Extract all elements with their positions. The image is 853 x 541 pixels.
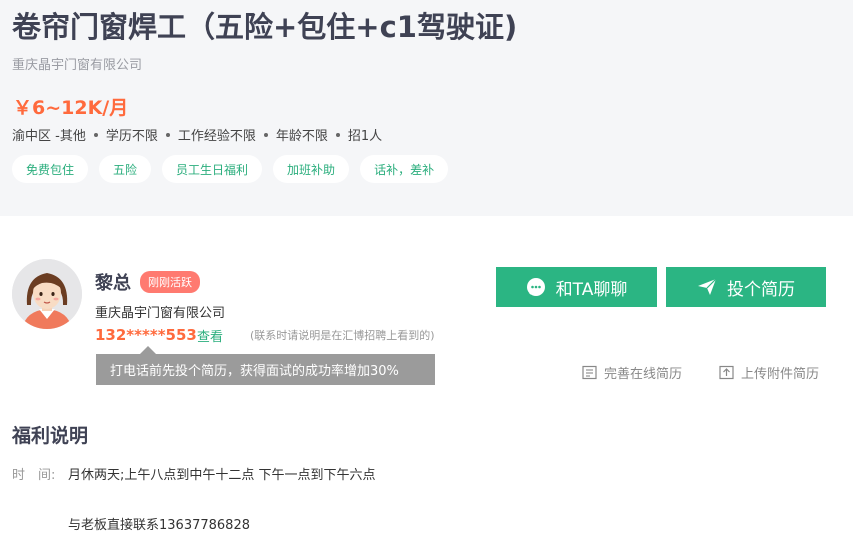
job-header: 卷帘门窗焊工（五险+包住+c1驾驶证) 重庆晶宇门窗有限公司 ￥6~12K/月 … bbox=[0, 0, 853, 216]
benefit-tags: 免费包住 五险 员工生日福利 加班补助 话补，差补 bbox=[12, 155, 449, 183]
boss-contact-line: 与老板直接联系13637786828 bbox=[68, 518, 250, 533]
dot-separator bbox=[263, 132, 268, 137]
dot-separator bbox=[93, 132, 98, 137]
job-requirements: 渝中区 -其他 学历不限 工作经验不限 年龄不限 招1人 bbox=[12, 125, 382, 144]
requirement-location: 渝中区 -其他 bbox=[12, 129, 86, 144]
chat-button-label: 和TA聊聊 bbox=[555, 279, 628, 300]
company-name[interactable]: 重庆晶宇门窗有限公司 bbox=[12, 54, 142, 73]
chat-button[interactable]: 和TA聊聊 bbox=[496, 267, 657, 307]
view-phone-link[interactable]: 查看 bbox=[197, 326, 223, 345]
benefit-tag: 话补，差补 bbox=[360, 155, 449, 183]
upload-resume-link[interactable]: 上传附件简历 bbox=[719, 363, 819, 382]
paper-plane-icon bbox=[698, 278, 717, 295]
requirement-education: 学历不限 bbox=[105, 129, 158, 144]
avatar-illustration bbox=[12, 259, 82, 329]
job-title: 卷帘门窗焊工（五险+包住+c1驾驶证) bbox=[12, 10, 518, 44]
document-icon bbox=[582, 365, 597, 380]
complete-resume-label: 完善在线简历 bbox=[604, 367, 683, 382]
apply-resume-button[interactable]: 投个简历 bbox=[666, 267, 826, 307]
chat-bubble-icon bbox=[526, 278, 545, 296]
requirement-age: 年龄不限 bbox=[275, 129, 328, 144]
contact-note: (联系时请说明是在汇博招聘上看到的) bbox=[250, 329, 435, 342]
apply-resume-label: 投个简历 bbox=[727, 279, 795, 300]
apply-tip-tooltip: 打电话前先投个简历，获得面试的成功率增加30% bbox=[96, 354, 435, 385]
benefit-tag: 员工生日福利 bbox=[162, 155, 263, 183]
upload-icon bbox=[719, 365, 734, 380]
masked-phone: 132*****553 bbox=[95, 326, 197, 344]
recruiter-name: 黎总 bbox=[95, 273, 131, 294]
requirement-headcount: 招1人 bbox=[347, 129, 383, 144]
work-time-value: 月休两天;上午八点到中午十二点 下午一点到下午六点 bbox=[68, 468, 376, 483]
upload-resume-label: 上传附件简历 bbox=[741, 367, 820, 382]
benefit-tag: 免费包住 bbox=[12, 155, 89, 183]
salary: ￥6~12K/月 bbox=[13, 97, 129, 119]
requirement-experience: 工作经验不限 bbox=[177, 129, 256, 144]
benefit-tag: 五险 bbox=[99, 155, 152, 183]
benefits-section-title: 福利说明 bbox=[12, 425, 89, 447]
recruiter-avatar bbox=[12, 259, 82, 329]
tooltip-arrow bbox=[140, 346, 156, 354]
active-status-badge: 刚刚活跃 bbox=[140, 271, 200, 293]
dot-separator bbox=[165, 132, 170, 137]
complete-resume-link[interactable]: 完善在线简历 bbox=[582, 363, 682, 382]
benefit-tag: 加班补助 bbox=[273, 155, 350, 183]
dot-separator bbox=[335, 132, 340, 137]
recruiter-company: 重庆晶宇门窗有限公司 bbox=[95, 306, 226, 321]
work-time-label: 时 间: bbox=[12, 468, 56, 483]
